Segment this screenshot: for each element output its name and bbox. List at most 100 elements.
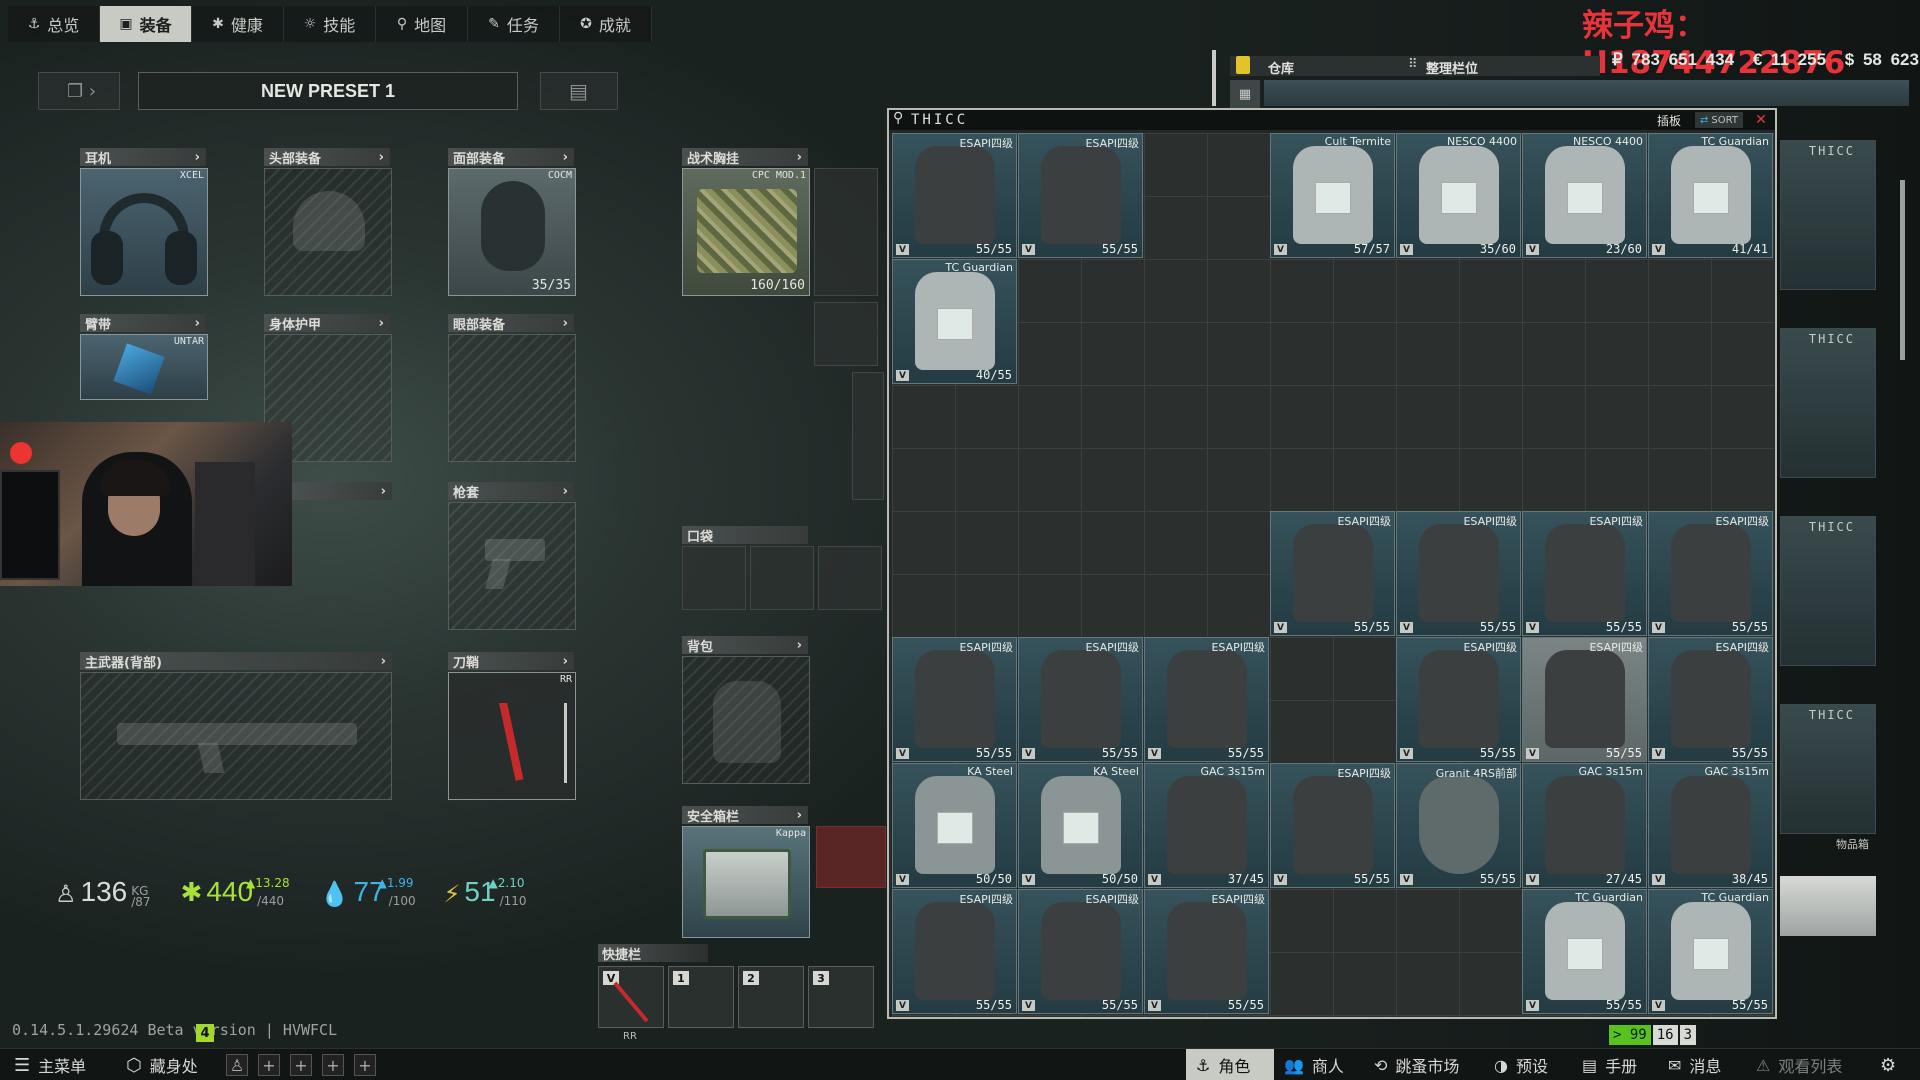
armor-plate-item[interactable]: ESAPI四级 55/55 V: [892, 133, 1017, 258]
armor-plate-item[interactable]: ESAPI四级 55/55 V: [1270, 511, 1395, 636]
window-header[interactable]: ⚲ THICC 插板 ⇄ SORT ✕: [889, 110, 1775, 130]
stash-container[interactable]: THICC: [1780, 140, 1876, 290]
armor-plate-item[interactable]: ESAPI四级 55/55 V: [1144, 889, 1269, 1014]
slot-headwear[interactable]: [264, 168, 392, 296]
armor-plate-item[interactable]: TC Guardian 41/41 V: [1648, 133, 1773, 258]
hotbar-slot-1[interactable]: 1: [668, 966, 734, 1028]
armor-plate-item[interactable]: Cult Termite 57/57 V: [1270, 133, 1395, 258]
presets-button[interactable]: ◑ 预设: [1494, 1049, 1548, 1080]
item-durability: 35/60: [1479, 242, 1516, 256]
slot-scabbard[interactable]: RR: [448, 672, 576, 800]
add-slot-icon[interactable]: +: [354, 1054, 376, 1076]
rig-extra-slot[interactable]: [814, 168, 878, 296]
armor-plate-item[interactable]: TC Guardian 55/55 V: [1648, 889, 1773, 1014]
tab-achievements[interactable]: ✪ 成就: [560, 6, 652, 42]
flea-market-button[interactable]: ⟲ 跳蚤市场: [1374, 1049, 1459, 1080]
item-durability: 55/55: [975, 998, 1012, 1012]
armor-plate-item[interactable]: KA Steel 50/50 V: [892, 763, 1017, 888]
slot-secure[interactable]: Kappa: [682, 826, 810, 938]
armor-plate-item[interactable]: ESAPI四级 55/55 V: [1018, 133, 1143, 258]
armor-plate-item[interactable]: NESCO 4400 23/60 V: [1522, 133, 1647, 258]
preset-title[interactable]: NEW PRESET 1: [138, 72, 518, 110]
tab-gear[interactable]: ▣ 装备: [100, 6, 192, 42]
slot-holster[interactable]: [448, 502, 576, 630]
armor-class-icon: V: [896, 748, 909, 759]
tab-health[interactable]: ✱ 健康: [192, 6, 284, 42]
stash-scrollbar[interactable]: [1900, 180, 1905, 360]
hotbar-slot-3[interactable]: 3: [808, 966, 874, 1028]
stash-strip: [1264, 80, 1909, 106]
armor-plate-item[interactable]: KA Steel 50/50 V: [1018, 763, 1143, 888]
secure-container-item[interactable]: [816, 826, 886, 888]
watchlist-button[interactable]: ⚠ 观看列表: [1756, 1049, 1842, 1080]
slot-primary[interactable]: [80, 672, 392, 800]
plate-label-icon: [1693, 182, 1729, 214]
messages-button[interactable]: ✉ 消息: [1668, 1049, 1721, 1080]
preset-save-button[interactable]: ▤: [540, 72, 618, 110]
armor-plate-item[interactable]: ESAPI四级 55/55 V: [1018, 637, 1143, 762]
slot-armband[interactable]: UNTAR: [80, 334, 208, 400]
hideout-button[interactable]: ⬡ 藏身处: [126, 1049, 198, 1080]
slot-backpack[interactable]: [682, 656, 810, 784]
armor-plate-item[interactable]: ESAPI四级 55/55 V: [892, 637, 1017, 762]
stash-tab[interactable]: 仓库: [1268, 58, 1294, 77]
armor-plate-item[interactable]: ESAPI四级 55/55 V: [1144, 637, 1269, 762]
armor-plate-item[interactable]: ESAPI四级 55/55 V: [1396, 511, 1521, 636]
rig-extra-slot[interactable]: [852, 372, 884, 500]
add-slot-icon[interactable]: +: [258, 1054, 280, 1076]
rig-extra-slot[interactable]: [814, 302, 878, 366]
armor-plate-item[interactable]: ESAPI四级 55/55 V: [892, 889, 1017, 1014]
pocket-slot[interactable]: [750, 546, 814, 610]
slot-facecover[interactable]: COCM 35/35: [448, 168, 576, 296]
slot-earpiece[interactable]: XCEL: [80, 168, 208, 296]
armor-plate-item[interactable]: ESAPI四级 55/55 V: [1522, 637, 1647, 762]
search-icon: ⚲: [893, 110, 904, 126]
preset-copy-button[interactable]: ❐ ›: [38, 72, 120, 110]
slot-rig[interactable]: CPC MOD.1 160/160: [682, 168, 810, 296]
pocket-slot[interactable]: [682, 546, 746, 610]
armor-plate-item[interactable]: TC Guardian 55/55 V: [1522, 889, 1647, 1014]
armor-plate-item[interactable]: Granit 4RS前部 55/55 V: [1396, 763, 1521, 888]
item-case[interactable]: [1780, 876, 1876, 936]
filter-tab[interactable]: 插板: [1657, 112, 1681, 129]
sort-button[interactable]: ⇄ SORT: [1695, 112, 1743, 128]
main-menu-button[interactable]: ☰ 主菜单: [14, 1049, 86, 1080]
settings-button[interactable]: ⚙: [1880, 1049, 1896, 1080]
player-stats: ♙ 136 KG/87 ✱ 440 /440 ▲13.28 💧 77 /100 …: [55, 876, 527, 908]
armor-class-icon: V: [1148, 1000, 1161, 1011]
armor-plate-item[interactable]: NESCO 4400 35/60 V: [1396, 133, 1521, 258]
slot-eyewear[interactable]: [448, 334, 576, 462]
tab-skills[interactable]: ☼ 技能: [284, 6, 376, 42]
stash-container[interactable]: THICC: [1780, 328, 1876, 478]
add-slot-icon[interactable]: +: [322, 1054, 344, 1076]
handbook-button[interactable]: ▤ 手册: [1582, 1049, 1637, 1080]
stash-grid-button[interactable]: ▦: [1230, 80, 1260, 108]
tab-overview[interactable]: ⚓ 总览: [8, 6, 100, 42]
tab-map[interactable]: ⚲ 地图: [376, 6, 468, 42]
armor-plate-item[interactable]: ESAPI四级 55/55 V: [1270, 763, 1395, 888]
close-icon[interactable]: ✕: [1751, 111, 1771, 128]
stash-container[interactable]: THICC: [1780, 516, 1876, 666]
sorting-table-tab[interactable]: 整理栏位: [1426, 58, 1478, 77]
stash-container[interactable]: THICC: [1780, 704, 1876, 834]
profile-icon[interactable]: ♙: [226, 1054, 248, 1076]
traders-button[interactable]: 👥 商人: [1284, 1049, 1344, 1080]
tab-tasks[interactable]: ✎ 任务: [468, 6, 560, 42]
pocket-slot[interactable]: [818, 546, 882, 610]
armor-plate-item[interactable]: ESAPI四级 55/55 V: [1396, 637, 1521, 762]
armor-plate-item[interactable]: ESAPI四级 55/55 V: [1648, 637, 1773, 762]
armor-class-icon: V: [1400, 622, 1413, 633]
armor-plate-item[interactable]: ESAPI四级 55/55 V: [1018, 889, 1143, 1014]
armor-plate-item[interactable]: TC Guardian 40/55 V: [892, 259, 1017, 384]
hotbar-slot-v[interactable]: V RR: [598, 966, 664, 1042]
add-slot-icon[interactable]: +: [290, 1054, 312, 1076]
character-button[interactable]: ⚓ 角色: [1186, 1049, 1274, 1080]
hotbar-slot-2[interactable]: 2: [738, 966, 804, 1028]
armor-plate-item[interactable]: ESAPI四级 55/55 V: [1522, 511, 1647, 636]
item-durability: 37/45: [1227, 872, 1264, 886]
armor-plate-item[interactable]: ESAPI四级 55/55 V: [1648, 511, 1773, 636]
armor-plate-item[interactable]: GAC 3s15m 38/45 V: [1648, 763, 1773, 888]
armor-plate-item[interactable]: GAC 3s15m 37/45 V: [1144, 763, 1269, 888]
container-grid[interactable]: ESAPI四级 55/55 V ESAPI四级 55/55 V Cult Termite 57…: [892, 133, 1774, 1017]
armor-plate-item[interactable]: GAC 3s15m 27/45 V: [1522, 763, 1647, 888]
